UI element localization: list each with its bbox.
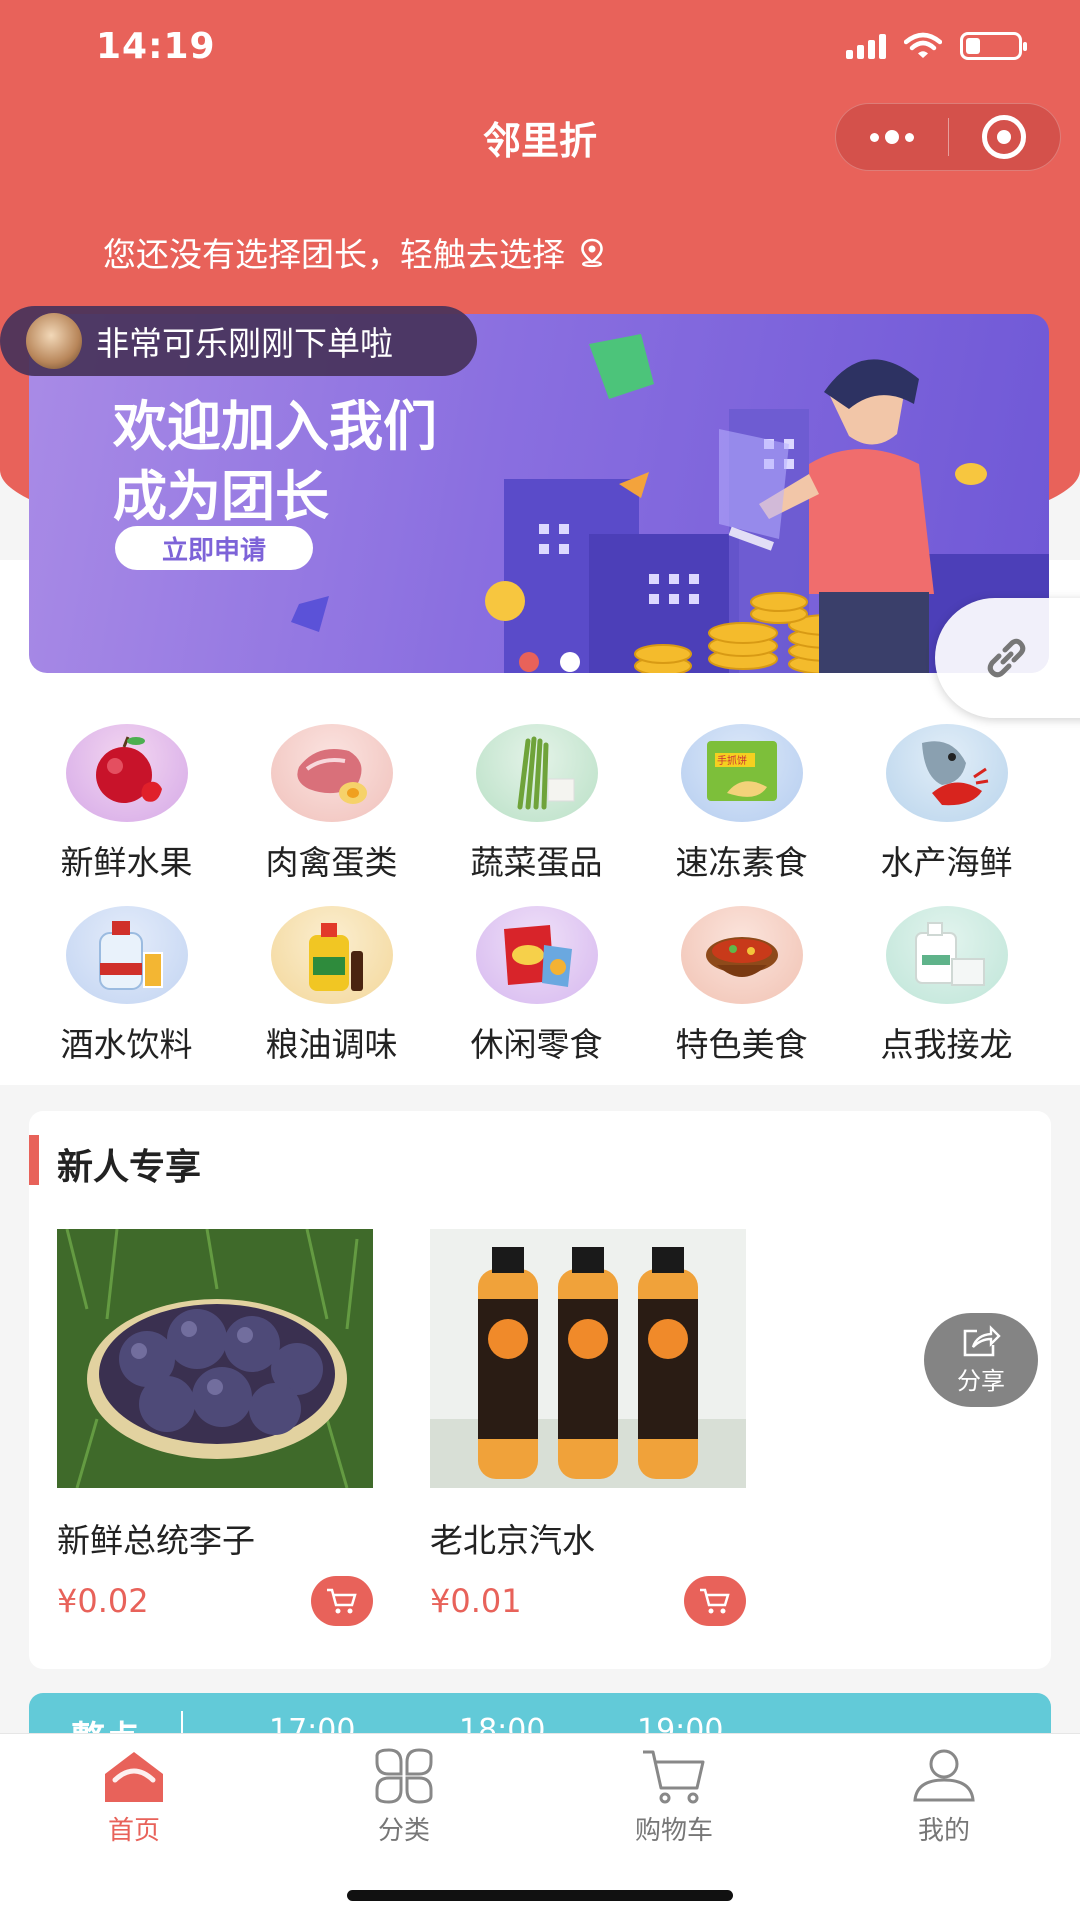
flash-sale-time[interactable]: 19:00 bbox=[637, 1713, 723, 1733]
home-icon bbox=[105, 1752, 163, 1802]
category-specialty[interactable]: 特色美食 bbox=[639, 906, 844, 1066]
flash-sale-divider bbox=[181, 1711, 183, 1733]
status-time: 14:19 bbox=[96, 26, 216, 67]
avatar bbox=[26, 313, 82, 369]
select-leader-link[interactable]: 您还没有选择团长，轻触去选择 bbox=[103, 228, 607, 276]
battery-icon bbox=[960, 32, 1027, 60]
status-icons bbox=[846, 32, 1027, 60]
signal-icon bbox=[846, 33, 886, 59]
category-label: 新鲜水果 bbox=[60, 843, 193, 882]
tab-category[interactable]: 分类 bbox=[304, 1748, 504, 1847]
product-image[interactable] bbox=[57, 1229, 373, 1488]
tab-label: 首页 bbox=[107, 1816, 160, 1846]
banner-indicator-2[interactable] bbox=[560, 652, 580, 672]
tab-label: 分类 bbox=[377, 1816, 430, 1846]
link-icon bbox=[987, 638, 1026, 678]
tab-cart[interactable]: 购物车 bbox=[574, 1748, 774, 1847]
tab-label: 购物车 bbox=[634, 1816, 713, 1846]
product-price: ¥0.02 bbox=[57, 1582, 149, 1620]
category-frozen[interactable]: 手抓饼 速冻素食 bbox=[639, 724, 844, 884]
snacks-icon bbox=[475, 906, 598, 1004]
category-drinks[interactable]: 酒水饮料 bbox=[24, 906, 229, 1066]
category-seafood[interactable]: 水产海鲜 bbox=[844, 724, 1049, 884]
cart-icon bbox=[643, 1750, 705, 1804]
category-label: 酒水饮料 bbox=[60, 1025, 193, 1064]
apple-icon bbox=[65, 724, 188, 822]
order-notification: 非常可乐刚刚下单啦 bbox=[0, 306, 477, 376]
tab-profile[interactable]: 我的 bbox=[844, 1748, 1044, 1847]
add-to-cart-button[interactable] bbox=[684, 1576, 746, 1626]
drinks-icon bbox=[65, 906, 188, 1004]
meat-icon bbox=[270, 724, 393, 822]
flash-sale-bar[interactable]: 整点 17:00 18:00 19:00 bbox=[29, 1693, 1051, 1733]
category-vegetables[interactable]: 蔬菜蛋品 bbox=[434, 724, 639, 884]
close-mini-program-button[interactable] bbox=[949, 104, 1061, 170]
category-label: 水产海鲜 bbox=[880, 843, 1013, 882]
product-name: 老北京汽水 bbox=[430, 1521, 595, 1560]
user-icon bbox=[913, 1749, 975, 1802]
product-price: ¥0.01 bbox=[430, 1582, 522, 1620]
order-notification-text: 非常可乐刚刚下单啦 bbox=[96, 324, 393, 363]
category-label: 休闲零食 bbox=[470, 1025, 603, 1064]
status-bar: 14:19 bbox=[0, 0, 1080, 96]
cart-icon bbox=[327, 1588, 357, 1614]
category-snacks[interactable]: 休闲零食 bbox=[434, 906, 639, 1066]
product-card-soda[interactable]: 老北京汽水 ¥0.01 bbox=[430, 1229, 746, 1626]
flash-sale-time[interactable]: 17:00 bbox=[269, 1713, 355, 1733]
frozen-food-icon: 手抓饼 bbox=[680, 724, 803, 822]
product-image[interactable] bbox=[430, 1229, 746, 1488]
hotpot-icon bbox=[680, 906, 803, 1004]
banner-headline-2: 成为团长 bbox=[113, 465, 329, 528]
section-title: 新人专享 bbox=[57, 1147, 202, 1188]
svg-text:手抓饼: 手抓饼 bbox=[717, 754, 747, 767]
category-fresh-fruit[interactable]: 新鲜水果 bbox=[24, 724, 229, 884]
home-indicator bbox=[347, 1890, 733, 1901]
banner-indicator-1[interactable] bbox=[519, 652, 539, 672]
product-name: 新鲜总统李子 bbox=[57, 1521, 255, 1560]
category-label: 点我接龙 bbox=[880, 1025, 1013, 1064]
mini-program-capsule[interactable] bbox=[835, 103, 1061, 171]
category-oil-seasoning[interactable]: 粮油调味 bbox=[229, 906, 434, 1066]
apply-now-button[interactable]: 立即申请 bbox=[115, 526, 313, 570]
oil-bottle-icon bbox=[270, 906, 393, 1004]
category-label: 速冻素食 bbox=[675, 843, 808, 882]
tab-label: 我的 bbox=[917, 1816, 970, 1846]
share-label: 分享 bbox=[957, 1366, 1005, 1395]
link-float-button[interactable] bbox=[935, 598, 1080, 718]
flash-sale-time[interactable]: 18:00 bbox=[459, 1713, 545, 1733]
tab-home[interactable]: 首页 bbox=[34, 1748, 234, 1847]
category-meat-eggs[interactable]: 肉禽蛋类 bbox=[229, 724, 434, 884]
banner-headline-1: 欢迎加入我们 bbox=[113, 395, 437, 458]
product-card-plum[interactable]: 新鲜总统李子 ¥0.02 bbox=[57, 1229, 373, 1626]
new-user-exclusive-card: 新人专享 新鲜总统李子 ¥0.02 老北京汽水 ¥0.01 bbox=[29, 1111, 1051, 1669]
share-button[interactable]: 分享 bbox=[924, 1313, 1038, 1407]
location-pin-icon bbox=[581, 238, 603, 267]
category-label: 特色美食 bbox=[675, 1025, 808, 1064]
category-label: 粮油调味 bbox=[265, 1025, 398, 1064]
category-group-buy[interactable]: 点我接龙 bbox=[844, 906, 1049, 1066]
more-dots-icon[interactable] bbox=[836, 104, 948, 170]
flash-sale-label: 整点 bbox=[71, 1711, 139, 1733]
category-grid-icon bbox=[375, 1748, 433, 1804]
category-label: 肉禽蛋类 bbox=[265, 843, 398, 882]
category-label: 蔬菜蛋品 bbox=[470, 843, 603, 882]
section-accent-bar bbox=[29, 1135, 39, 1185]
seafood-icon bbox=[885, 724, 1008, 822]
cart-icon bbox=[700, 1588, 730, 1614]
wifi-icon bbox=[904, 32, 942, 58]
household-icon bbox=[885, 906, 1008, 1004]
vegetable-icon bbox=[475, 724, 598, 822]
select-leader-text: 您还没有选择团长，轻触去选择 bbox=[103, 235, 565, 274]
category-grid: 新鲜水果 肉禽蛋类 蔬菜蛋品 手抓饼 速冻素食 水产海鲜 酒水饮料 粮油调味 休… bbox=[24, 724, 1054, 1066]
target-circle-icon bbox=[982, 115, 1027, 159]
share-icon bbox=[963, 1324, 1001, 1356]
add-to-cart-button[interactable] bbox=[311, 1576, 373, 1626]
